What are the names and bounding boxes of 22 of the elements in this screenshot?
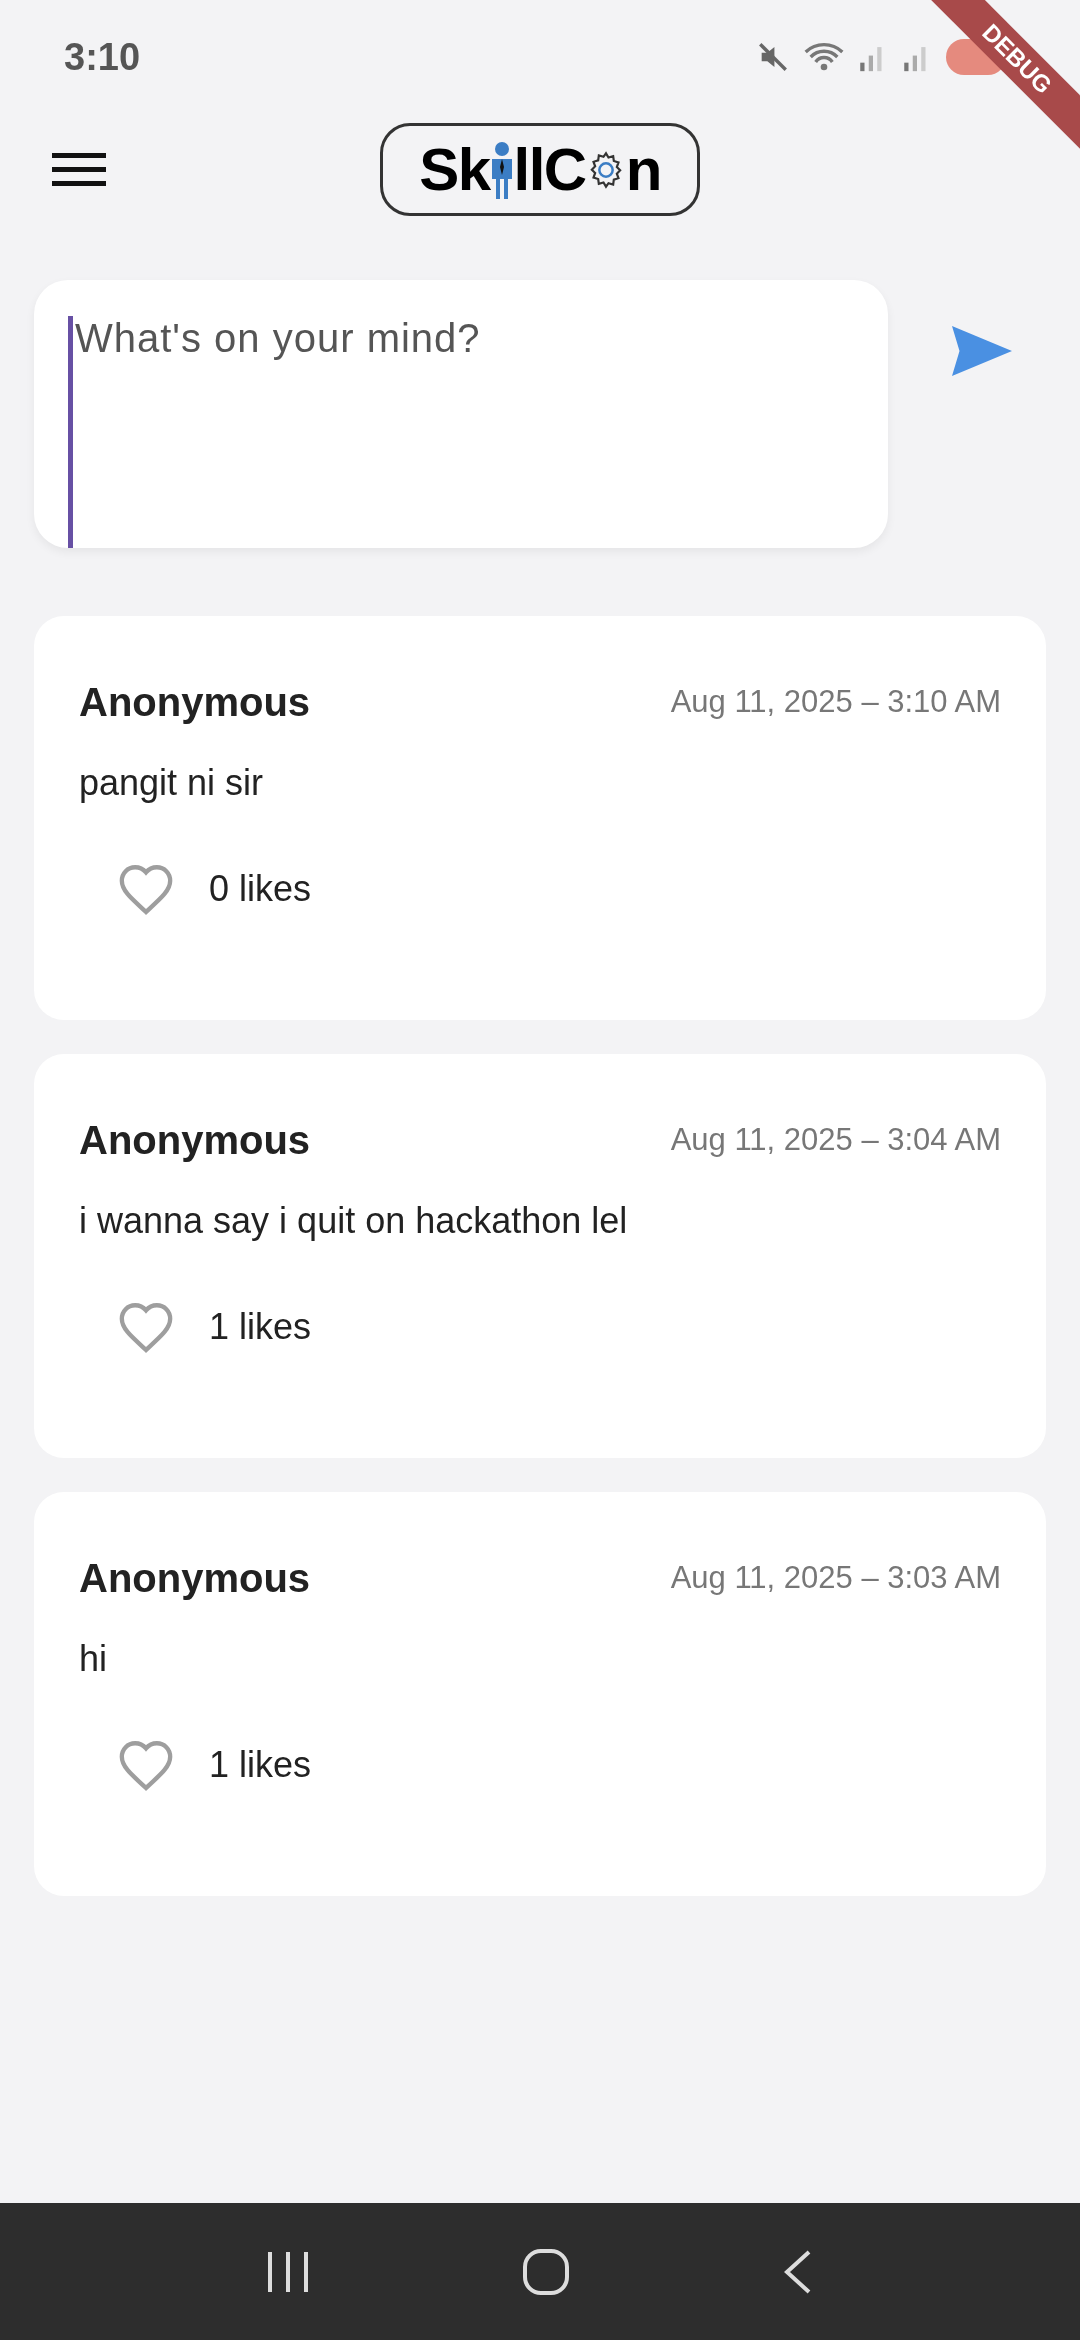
like-count: 1 likes xyxy=(209,1743,312,1787)
author-name: Anonymous xyxy=(79,1117,311,1164)
author-name: Anonymous xyxy=(79,679,311,726)
menu-icon[interactable] xyxy=(52,153,106,187)
post-time: Aug 11, 2025 – 3:10 AM xyxy=(670,682,1001,721)
logo: Sk llC n xyxy=(380,123,700,216)
status-time: 3:10 xyxy=(64,34,141,80)
post-time: Aug 11, 2025 – 3:03 AM xyxy=(670,1558,1001,1597)
post-text: hi xyxy=(79,1637,109,1681)
heart-icon[interactable] xyxy=(117,862,175,916)
post-input-field[interactable]: What's on your mind? xyxy=(34,280,888,548)
mute-icon xyxy=(756,40,790,74)
heart-icon[interactable] xyxy=(117,1738,175,1792)
post-text: pangit ni sir xyxy=(79,761,265,805)
heart-icon[interactable] xyxy=(117,1300,175,1354)
post-text: i wanna say i quit on hackathon lel xyxy=(79,1199,629,1243)
like-count: 0 likes xyxy=(209,867,312,911)
like-count: 1 likes xyxy=(209,1305,312,1349)
send-icon[interactable] xyxy=(952,326,1012,376)
post-time: Aug 11, 2025 – 3:04 AM xyxy=(670,1120,1001,1159)
home-icon[interactable] xyxy=(522,2247,570,2296)
author-name: Anonymous xyxy=(79,1555,311,1602)
